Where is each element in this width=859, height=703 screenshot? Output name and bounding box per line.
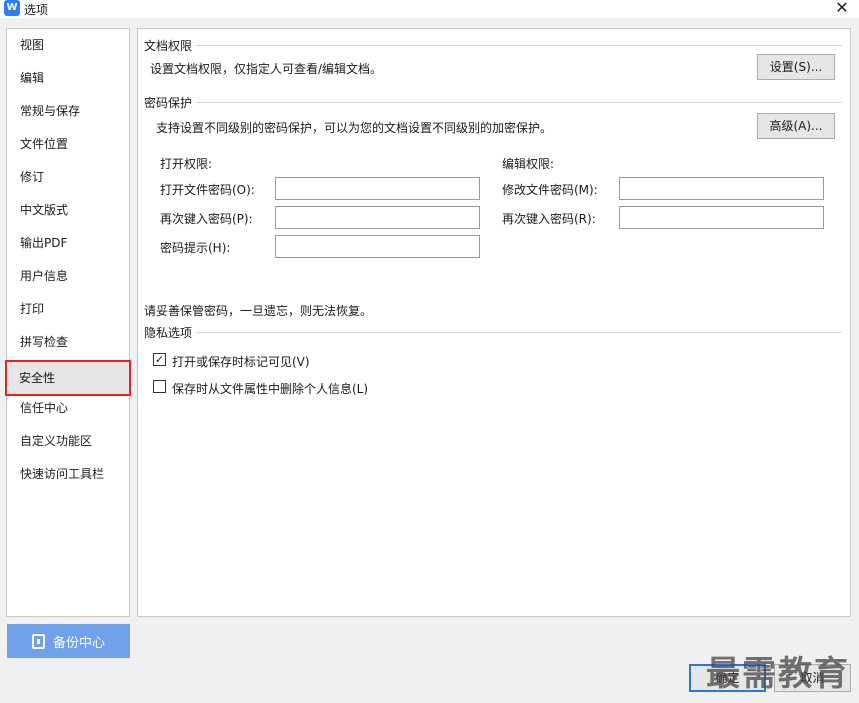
open-permission-title: 打开权限: (160, 157, 213, 171)
edit-password-confirm-input[interactable] (619, 206, 824, 229)
backup-icon (31, 633, 45, 649)
remove-personal-info-label: 保存时从文件属性中删除个人信息(L) (172, 382, 369, 396)
sidebar-item-user-info[interactable]: 用户信息 (8, 262, 128, 290)
watermark-logo: 最需教育 (706, 654, 850, 694)
sidebar: 视图 编辑 常规与保存 文件位置 修订 中文版式 输出PDF 用户信息 打印 拼… (5, 28, 131, 617)
mark-visible-checkbox[interactable]: ✓ (153, 353, 166, 366)
edit-password-confirm-label: 再次键入密码(R): (502, 212, 596, 226)
sidebar-item-export-pdf[interactable]: 输出PDF (8, 229, 128, 257)
section-divider (144, 45, 842, 46)
sidebar-item-view[interactable]: 视图 (8, 31, 128, 59)
edit-password-input[interactable] (619, 177, 824, 200)
password-protection-desc: 支持设置不同级别的密码保护，可以为您的文档设置不同级别的加密保护。 (156, 121, 553, 135)
backup-center-button[interactable]: 备份中心 (7, 624, 130, 658)
password-hint-label: 密码提示(H): (160, 241, 231, 255)
sidebar-item-security[interactable]: 安全性 (5, 360, 131, 396)
section-divider (144, 102, 842, 103)
remove-personal-info-checkbox[interactable] (153, 380, 166, 393)
sidebar-item-chinese-layout[interactable]: 中文版式 (8, 196, 128, 224)
open-password-confirm-label: 再次键入密码(P): (160, 212, 253, 226)
close-button[interactable]: ✕ (833, 0, 851, 17)
password-warning-note: 请妥善保管密码，一旦遗忘，则无法恢复。 (144, 304, 373, 318)
mark-visible-label: 打开或保存时标记可见(V) (172, 355, 310, 369)
sidebar-item-trust-center[interactable]: 信任中心 (8, 394, 128, 422)
open-password-input[interactable] (275, 177, 480, 200)
sidebar-item-customize-ribbon[interactable]: 自定义功能区 (8, 427, 128, 455)
sidebar-item-spellcheck[interactable]: 拼写检查 (8, 328, 128, 356)
sidebar-item-general-save[interactable]: 常规与保存 (8, 97, 128, 125)
password-protection-title: 密码保护 (144, 94, 197, 111)
edit-password-label: 修改文件密码(M): (502, 183, 598, 197)
app-logo-icon: W (4, 0, 20, 16)
sidebar-item-revision[interactable]: 修订 (8, 163, 128, 191)
password-hint-input[interactable] (275, 235, 480, 258)
security-panel: 文档权限 设置文档权限，仅指定人可查看/编辑文档。 设置(S)... 密码保护 … (137, 28, 851, 617)
doc-permission-desc: 设置文档权限，仅指定人可查看/编辑文档。 (150, 62, 383, 76)
sidebar-item-edit[interactable]: 编辑 (8, 64, 128, 92)
open-password-confirm-input[interactable] (275, 206, 480, 229)
sidebar-item-file-location[interactable]: 文件位置 (8, 130, 128, 158)
advanced-button[interactable]: 高级(A)... (757, 113, 835, 139)
sidebar-item-quick-access[interactable]: 快速访问工具栏 (8, 460, 128, 488)
open-password-label: 打开文件密码(O): (160, 183, 255, 197)
title-bar: W 选项 ✕ (0, 0, 859, 18)
section-divider (144, 332, 842, 333)
sidebar-item-print[interactable]: 打印 (8, 295, 128, 323)
doc-permission-title: 文档权限 (144, 37, 197, 54)
doc-permission-settings-button[interactable]: 设置(S)... (757, 54, 835, 80)
edit-permission-title: 编辑权限: (502, 157, 555, 171)
privacy-options-title: 隐私选项 (144, 324, 197, 341)
backup-center-label: 备份中心 (52, 635, 105, 651)
window-title: 选项 (24, 3, 49, 17)
